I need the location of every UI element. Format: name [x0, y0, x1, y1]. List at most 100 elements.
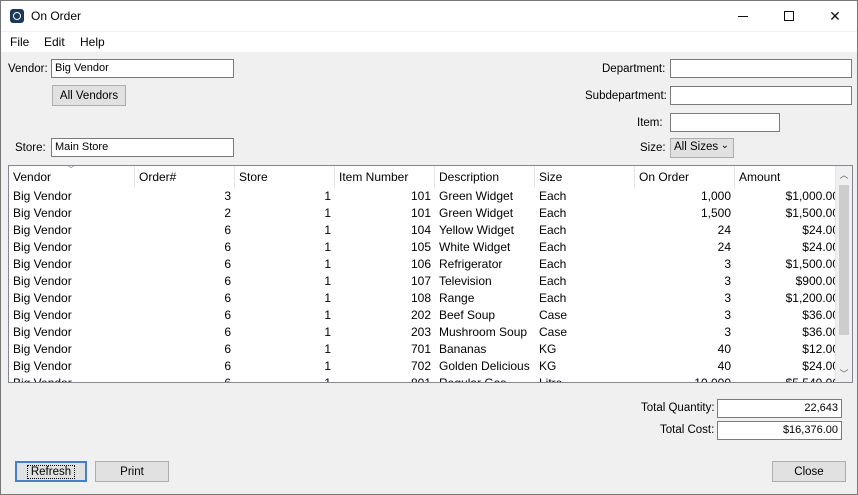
table-row[interactable]: Big Vendor 6 1 701 Bananas KG 40 $12.00	[9, 341, 843, 358]
cell-vendor: Big Vendor	[13, 189, 72, 203]
cell-size: KG	[539, 359, 557, 373]
department-label: Department:	[602, 63, 666, 75]
cell-amount: $24.00	[802, 359, 839, 373]
table-row[interactable]: Big Vendor 6 1 105 White Widget Each 24 $24.00	[9, 239, 843, 256]
scroll-up-icon[interactable]: ︿	[836, 166, 852, 183]
cell-size: Each	[539, 257, 567, 271]
size-dropdown-value: All Sizes	[674, 141, 719, 153]
cell-size: Each	[539, 189, 567, 203]
column-header-amount[interactable]: Amount	[735, 166, 843, 188]
refresh-button-label: Refresh	[26, 464, 76, 479]
table-row[interactable]: Big Vendor 6 1 801 Regular Gas Litre 10,000 $5,…	[9, 375, 843, 383]
cell-item-number: 106	[410, 257, 431, 271]
cell-store: 1	[324, 342, 331, 356]
scrollbar-thumb[interactable]	[839, 185, 849, 335]
cell-size: Each	[539, 240, 567, 254]
cell-item-number: 203	[410, 325, 431, 339]
vertical-scrollbar[interactable]: ︿ ﹀	[835, 166, 852, 382]
cell-size: Each	[539, 206, 567, 220]
cell-vendor: Big Vendor	[13, 325, 72, 339]
cell-store: 1	[324, 376, 331, 383]
cell-description: Regular Gas	[439, 376, 507, 383]
subdepartment-field[interactable]	[670, 86, 852, 105]
cell-store: 1	[324, 223, 331, 237]
cell-order: 6	[224, 376, 231, 383]
cell-on-order: 3	[724, 257, 731, 271]
cell-store: 1	[324, 257, 331, 271]
cell-store: 1	[324, 274, 331, 288]
cell-size: Litre	[539, 376, 563, 383]
cell-description: Green Widget	[439, 206, 514, 220]
cell-order: 6	[224, 274, 231, 288]
table-row[interactable]: Big Vendor 6 1 203 Mushroom Soup Case 3 $36.00	[9, 324, 843, 341]
cell-item-number: 104	[410, 223, 431, 237]
cell-description: Bananas	[439, 342, 487, 356]
store-label: Store:	[15, 142, 46, 154]
column-header-item-number[interactable]: Item Number	[335, 166, 435, 188]
table-row[interactable]: Big Vendor 6 1 108 Range Each 3 $1,200.00	[9, 290, 843, 307]
maximize-button[interactable]	[766, 1, 812, 31]
cell-description: Yellow Widget	[439, 223, 514, 237]
cell-description: Range	[439, 291, 475, 305]
cell-amount: $1,500.00	[785, 206, 839, 220]
all-vendors-button[interactable]: All Vendors	[52, 85, 126, 106]
table-row[interactable]: Big Vendor 6 1 107 Television Each 3 $900.00	[9, 273, 843, 290]
item-label: Item:	[637, 117, 663, 129]
cell-order: 6	[224, 240, 231, 254]
cell-amount: $36.00	[802, 308, 839, 322]
cell-vendor: Big Vendor	[13, 342, 72, 356]
column-header-size[interactable]: Size	[535, 166, 635, 188]
on-order-grid[interactable]: ﹀ Vendor Order# Store Item Number Descri…	[8, 165, 853, 383]
item-field[interactable]	[670, 113, 780, 132]
cell-on-order: 3	[724, 291, 731, 305]
cell-amount: $12.00	[802, 342, 839, 356]
store-field[interactable]: Main Store	[51, 138, 234, 157]
all-vendors-button-label: All Vendors	[59, 89, 119, 102]
cell-store: 1	[324, 308, 331, 322]
cell-item-number: 101	[410, 189, 431, 203]
cell-vendor: Big Vendor	[13, 291, 72, 305]
minimize-button[interactable]	[720, 1, 766, 31]
menu-edit[interactable]: Edit	[44, 35, 65, 49]
cell-order: 6	[224, 257, 231, 271]
cell-vendor: Big Vendor	[13, 240, 72, 254]
minimize-icon	[738, 15, 748, 17]
cell-amount: $900.00	[795, 274, 839, 288]
column-header-vendor[interactable]: ﹀ Vendor	[9, 166, 135, 188]
table-row[interactable]: Big Vendor 2 1 101 Green Widget Each 1,500 $1,5…	[9, 205, 843, 222]
total-cost-field: $16,376.00	[717, 421, 842, 440]
cell-order: 6	[224, 342, 231, 356]
column-header-description[interactable]: Description	[435, 166, 535, 188]
cell-amount: $24.00	[802, 223, 839, 237]
close-button[interactable]: Close	[772, 461, 846, 482]
cell-order: 6	[224, 359, 231, 373]
table-row[interactable]: Big Vendor 6 1 202 Beef Soup Case 3 $36.00	[9, 307, 843, 324]
cell-order: 6	[224, 308, 231, 322]
cell-description: Television	[439, 274, 492, 288]
refresh-button[interactable]: Refresh	[15, 461, 87, 482]
table-row[interactable]: Big Vendor 6 1 702 Golden Delicious KG 40 $24.0…	[9, 358, 843, 375]
cell-size: Each	[539, 291, 567, 305]
cell-description: Beef Soup	[439, 308, 496, 322]
total-quantity-label: Total Quantity:	[641, 402, 715, 414]
table-row[interactable]: Big Vendor 6 1 104 Yellow Widget Each 24 $24.00	[9, 222, 843, 239]
cell-on-order: 3	[724, 308, 731, 322]
table-row[interactable]: Big Vendor 6 1 106 Refrigerator Each 3 $1,500.0…	[9, 256, 843, 273]
scroll-down-icon[interactable]: ﹀	[836, 365, 852, 382]
total-cost-label: Total Cost:	[660, 424, 715, 436]
column-header-on-order[interactable]: On Order	[635, 166, 735, 188]
department-field[interactable]	[670, 59, 852, 78]
close-window-button[interactable]: ✕	[812, 1, 858, 31]
table-row[interactable]: Big Vendor 3 1 101 Green Widget Each 1,000 $1,0…	[9, 188, 843, 205]
menu-help[interactable]: Help	[80, 35, 105, 49]
cell-amount: $36.00	[802, 325, 839, 339]
size-dropdown[interactable]: All Sizes ⌄	[670, 138, 734, 158]
cell-size: Each	[539, 274, 567, 288]
column-header-store[interactable]: Store	[235, 166, 335, 188]
cell-on-order: 1,000	[700, 189, 731, 203]
title-bar[interactable]: On Order ✕	[1, 1, 857, 31]
column-header-order[interactable]: Order#	[135, 166, 235, 188]
print-button[interactable]: Print	[95, 461, 169, 482]
vendor-field[interactable]: Big Vendor	[51, 59, 234, 78]
menu-file[interactable]: File	[10, 35, 29, 49]
